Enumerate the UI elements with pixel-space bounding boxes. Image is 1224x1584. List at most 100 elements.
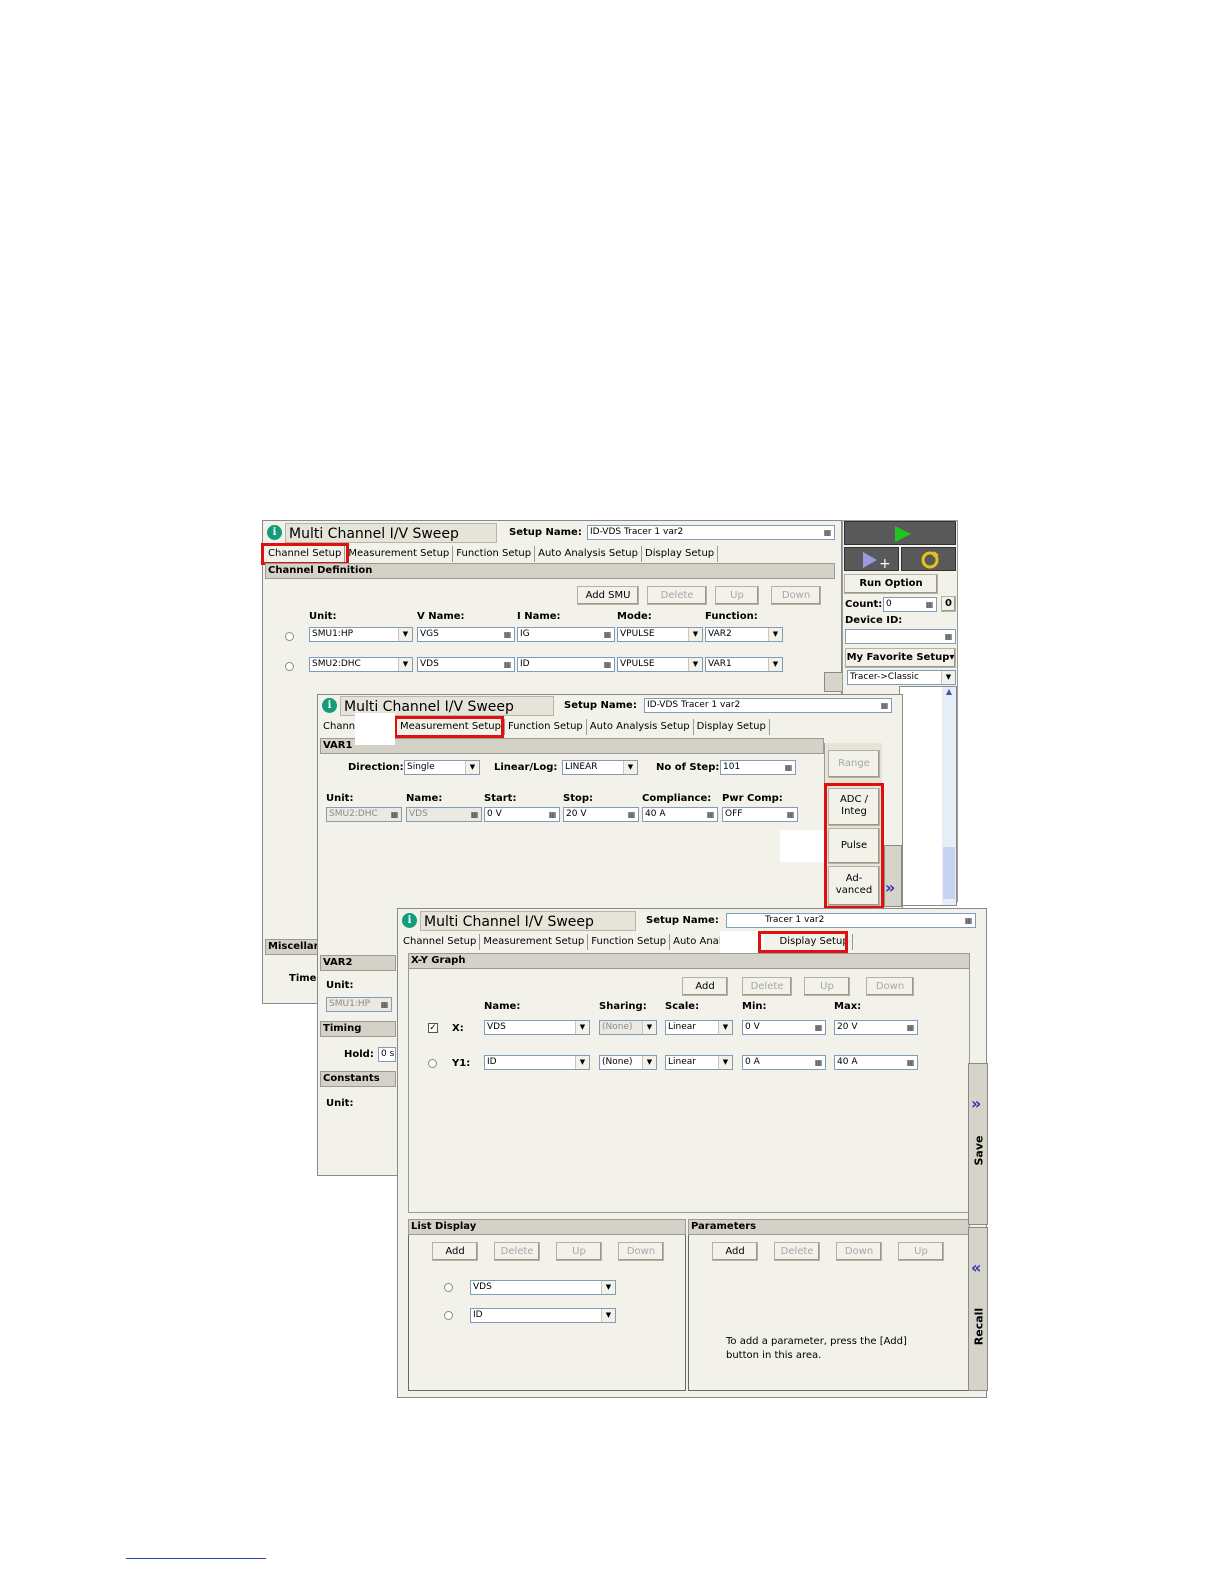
side-expand-tab[interactable]: » xyxy=(884,845,902,907)
chevron-down-icon[interactable]: ▼ xyxy=(941,671,955,684)
x-name-select[interactable]: VDS ▼ xyxy=(484,1020,590,1035)
append-run-button[interactable]: + xyxy=(844,547,899,572)
run-option-button[interactable]: Run Option xyxy=(844,574,938,594)
start-input[interactable]: 0 V ▦ xyxy=(484,807,560,822)
unit-select[interactable]: SMU1:HP ▼ xyxy=(309,627,413,642)
chevron-down-icon[interactable]: ▼ xyxy=(768,628,782,641)
calculator-icon[interactable]: ▦ xyxy=(905,1022,916,1033)
list-add-button[interactable]: Add xyxy=(432,1242,478,1261)
y1-axis-radio[interactable] xyxy=(428,1059,437,1068)
favorite-setup-select[interactable]: Tracer->Classic ▼ xyxy=(847,670,956,685)
scrollbar-thumb[interactable] xyxy=(943,847,955,899)
tab-function-setup[interactable]: Function Setup xyxy=(453,546,536,562)
x-axis-checkbox[interactable]: ✓ xyxy=(428,1023,438,1033)
range-button[interactable]: Range xyxy=(828,750,880,778)
y1-min-input[interactable]: 0 A ▦ xyxy=(742,1055,826,1070)
list-down-button[interactable]: Down xyxy=(618,1242,664,1261)
up-button[interactable]: Up xyxy=(804,977,850,996)
device-id-input[interactable]: ▦ xyxy=(845,629,956,644)
calculator-icon[interactable]: ▦ xyxy=(547,809,558,820)
function-select[interactable]: VAR1 ▼ xyxy=(705,657,783,672)
chevron-down-icon[interactable]: ▼ xyxy=(623,761,637,774)
chevron-down-icon[interactable]: ▼ xyxy=(718,1021,732,1034)
param-up-button[interactable]: Up xyxy=(898,1242,944,1261)
chevron-down-icon[interactable]: ▼ xyxy=(601,1281,615,1294)
count-input[interactable]: 0 ▦ xyxy=(883,597,937,612)
down-button[interactable]: Down xyxy=(771,586,821,605)
vname-input[interactable]: VGS ▦ xyxy=(417,627,515,642)
tab-channel-setup[interactable]: Channel Setup xyxy=(400,934,481,950)
x-min-input[interactable]: 0 V ▦ xyxy=(742,1020,826,1035)
tab-display-setup[interactable]: Display Setup xyxy=(694,719,770,735)
list-item-select[interactable]: ID ▼ xyxy=(470,1308,616,1323)
param-down-button[interactable]: Down xyxy=(836,1242,882,1261)
unit-select[interactable]: SMU2:DHC ▼ xyxy=(309,657,413,672)
row-select-radio[interactable] xyxy=(285,632,294,641)
pwr-comp-input[interactable]: OFF ▦ xyxy=(722,807,798,822)
x-max-input[interactable]: 20 V ▦ xyxy=(834,1020,918,1035)
info-icon[interactable]: i xyxy=(267,525,282,540)
add-smu-button[interactable]: Add SMU xyxy=(577,586,639,605)
compliance-input[interactable]: 40 A ▦ xyxy=(642,807,718,822)
chevron-down-icon[interactable]: ▼ xyxy=(465,761,479,774)
delete-button[interactable]: Delete xyxy=(647,586,707,605)
down-button[interactable]: Down xyxy=(866,977,914,996)
keyboard-icon[interactable]: ▦ xyxy=(879,700,890,711)
tab-auto-analysis-setup[interactable]: Auto Analysis Setup xyxy=(535,546,642,562)
keyboard-icon[interactable]: ▦ xyxy=(963,915,974,926)
tab-display-setup[interactable]: Display Setup xyxy=(642,546,719,562)
direction-select[interactable]: Single ▼ xyxy=(404,760,480,775)
list-up-button[interactable]: Up xyxy=(556,1242,602,1261)
chevron-down-icon[interactable]: ▼ xyxy=(575,1021,589,1034)
add-button[interactable]: Add xyxy=(682,977,728,996)
chevron-down-icon[interactable]: ▼ xyxy=(398,628,412,641)
stop-input[interactable]: 20 V ▦ xyxy=(563,807,639,822)
chevron-down-icon[interactable]: ▼ xyxy=(718,1056,732,1069)
y1-scale-select[interactable]: Linear ▼ xyxy=(665,1055,733,1070)
keyboard-icon[interactable]: ▦ xyxy=(502,659,513,670)
y1-name-select[interactable]: ID ▼ xyxy=(484,1055,590,1070)
run-button[interactable] xyxy=(844,521,956,545)
hold-input[interactable]: 0 s xyxy=(378,1047,396,1062)
chevron-down-icon[interactable]: ▼ xyxy=(601,1309,615,1322)
favorite-list-scrollbar[interactable]: ▲ xyxy=(942,687,956,905)
calculator-icon[interactable]: ▦ xyxy=(626,809,637,820)
chevron-down-icon[interactable]: ▼ xyxy=(642,1056,656,1069)
tab-auto-analysis-setup[interactable]: Auto Analysis Setup xyxy=(587,719,694,735)
chevron-down-icon[interactable]: ▼ xyxy=(688,628,702,641)
param-delete-button[interactable]: Delete xyxy=(774,1242,820,1261)
info-icon[interactable]: i xyxy=(402,913,417,928)
my-favorite-setup-button[interactable]: My Favorite Setup▾ xyxy=(845,648,956,668)
up-button[interactable]: Up xyxy=(715,586,759,605)
param-add-button[interactable]: Add xyxy=(712,1242,758,1261)
mode-select[interactable]: VPULSE ▼ xyxy=(617,657,703,672)
keyboard-icon[interactable]: ▦ xyxy=(502,629,513,640)
tab-measurement-setup[interactable]: Measurement Setup xyxy=(345,546,454,562)
tab-measurement-setup[interactable]: Measurement Setup xyxy=(480,934,589,950)
calculator-icon[interactable]: ▦ xyxy=(924,599,935,610)
calculator-icon[interactable]: ▦ xyxy=(813,1057,824,1068)
iname-input[interactable]: ID ▦ xyxy=(517,657,615,672)
info-icon[interactable]: i xyxy=(322,698,337,713)
function-select[interactable]: VAR2 ▼ xyxy=(705,627,783,642)
x-scale-select[interactable]: Linear ▼ xyxy=(665,1020,733,1035)
count-reset-button[interactable]: 0 xyxy=(941,596,956,612)
keyboard-icon[interactable]: ▦ xyxy=(943,631,954,642)
chevron-down-icon[interactable]: ▼ xyxy=(688,658,702,671)
tab-function-setup[interactable]: Function Setup xyxy=(505,719,587,735)
iname-input[interactable]: IG ▦ xyxy=(517,627,615,642)
tab-function-setup[interactable]: Function Setup xyxy=(588,934,671,950)
setup-name-input[interactable]: ID-VDS Tracer 1 var2 ▦ xyxy=(587,525,835,540)
calculator-icon[interactable]: ▦ xyxy=(813,1022,824,1033)
calculator-icon[interactable]: ▦ xyxy=(705,809,716,820)
delete-button[interactable]: Delete xyxy=(742,977,792,996)
y1-max-input[interactable]: 40 A ▦ xyxy=(834,1055,918,1070)
chevron-down-icon[interactable]: ▼ xyxy=(768,658,782,671)
calculator-icon[interactable]: ▦ xyxy=(905,1057,916,1068)
chevron-down-icon[interactable]: ▼ xyxy=(398,658,412,671)
calculator-icon[interactable]: ▦ xyxy=(785,809,796,820)
keyboard-icon[interactable]: ▦ xyxy=(602,629,613,640)
list-delete-button[interactable]: Delete xyxy=(494,1242,540,1261)
keyboard-icon[interactable]: ▦ xyxy=(602,659,613,670)
list-item-radio[interactable] xyxy=(444,1311,453,1320)
